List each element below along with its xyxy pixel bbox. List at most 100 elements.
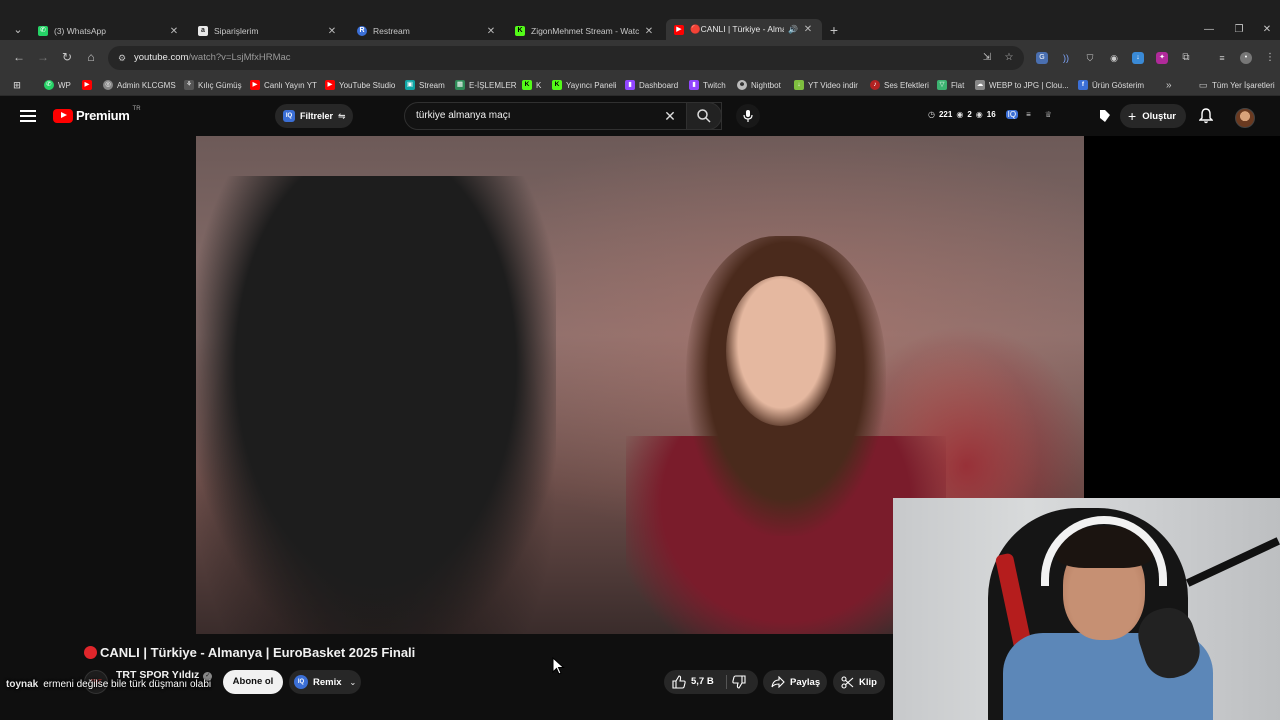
home-button[interactable]: ⌂ xyxy=(82,48,100,66)
bookmark-yt-video-indir[interactable]: ↓ YT Video indir xyxy=(794,78,858,92)
close-icon[interactable]: ✕ xyxy=(643,26,655,37)
logo-text: Premium xyxy=(76,108,130,123)
back-button[interactable]: ← xyxy=(10,48,28,66)
extension-icon[interactable]: IQ xyxy=(1005,110,1019,119)
new-tab-button[interactable]: + xyxy=(826,22,842,38)
like-dislike-group: 5,7 B xyxy=(664,670,758,694)
media-controls-icon[interactable]: ≡ xyxy=(1216,52,1228,64)
bookmark-ses-efektleri[interactable]: ♪ Ses Efektleri xyxy=(870,78,929,92)
minimize-button[interactable]: — xyxy=(1198,20,1220,40)
table-icon: ▦ xyxy=(455,80,465,90)
bookmark-wp[interactable]: ✆ WP xyxy=(44,78,71,92)
close-window-button[interactable]: ✕ xyxy=(1256,20,1278,40)
clip-button[interactable]: Klip xyxy=(833,670,885,694)
restore-button[interactable]: ❐ xyxy=(1228,20,1250,40)
extension-stats[interactable]: ◷ 221 ◉ 2 ◉ 16 IQ ≡ ♕ xyxy=(928,110,1052,119)
browser-tab-strip: ⌄ ✆ (3) WhatsApp ✕ a Siparişlerim ✕ R Re… xyxy=(0,0,1280,40)
filters-label: Filtreler xyxy=(300,111,334,121)
folder-icon: ▭ xyxy=(1198,80,1208,90)
kick-extension-icon[interactable] xyxy=(1097,108,1113,124)
bookmark-stream[interactable]: ▣ Stream xyxy=(405,78,445,92)
account-avatar[interactable] xyxy=(1235,108,1255,128)
bookmark-k[interactable]: KK xyxy=(522,78,541,92)
address-bar[interactable]: ⚙ youtube.com/watch?v=LsjMfxHRMac ⇲ ☆ xyxy=(108,46,1024,70)
reload-button[interactable]: ↻ xyxy=(58,48,76,66)
eye-icon: ◉ xyxy=(956,110,964,119)
url-text[interactable]: youtube.com/watch?v=LsjMfxHRMac xyxy=(134,51,291,65)
facebook-icon: f xyxy=(1078,80,1088,90)
search-query-text: türkiye almanya maçı xyxy=(416,110,511,121)
filters-button[interactable]: IQ Filtreler ⇋ xyxy=(275,104,353,128)
like-count[interactable]: 5,7 B xyxy=(691,676,714,687)
translate-extension-icon[interactable]: G xyxy=(1036,52,1048,64)
list-icon[interactable]: ≡ xyxy=(1026,110,1031,119)
bookmark-yayinci-paneli[interactable]: K Yayıncı Paneli xyxy=(552,78,617,92)
tab-restream[interactable]: R Restream ✕ xyxy=(349,22,505,40)
shield-extension-icon[interactable]: ⛉ xyxy=(1084,52,1096,64)
camera-extension-icon[interactable]: ◉ xyxy=(1108,52,1120,64)
more-bookmarks-chevron-icon[interactable]: » xyxy=(1166,78,1172,92)
audio-extension-icon[interactable]: )) xyxy=(1060,52,1072,64)
bookmark-all-bookmarks[interactable]: ▭ Tüm Yer İşaretleri xyxy=(1198,78,1275,92)
bookmark-flat[interactable]: ▽ Flat xyxy=(937,78,964,92)
download-extension-icon[interactable]: ↓ xyxy=(1132,52,1144,64)
mouse-cursor-icon xyxy=(552,657,565,675)
thumbs-down-icon[interactable] xyxy=(732,675,746,689)
thumbs-up-icon[interactable] xyxy=(672,675,686,689)
plus-icon: + xyxy=(1128,108,1137,124)
tab-siparislerim[interactable]: a Siparişlerim ✕ xyxy=(190,22,346,40)
tab-whatsapp[interactable]: ✆ (3) WhatsApp ✕ xyxy=(30,22,188,40)
close-icon[interactable]: ✕ xyxy=(485,26,497,37)
stream-icon: ▣ xyxy=(405,80,415,90)
clear-search-icon[interactable]: ✕ xyxy=(661,107,679,125)
tab-search-icon[interactable]: ⌄ xyxy=(8,22,28,38)
bookmark-twitch[interactable]: ▮ Twitch xyxy=(689,78,726,92)
bookmark-label: K xyxy=(536,80,542,90)
close-icon[interactable]: ✕ xyxy=(326,26,338,37)
close-icon[interactable]: ✕ xyxy=(802,24,814,35)
chat-message-overlay: toynak ermeni değilse bile türk düşmanı o… xyxy=(6,679,211,690)
stat-value: 16 xyxy=(986,110,996,119)
notifications-bell-icon[interactable] xyxy=(1199,108,1213,124)
extensions-puzzle-icon[interactable]: ⧉ xyxy=(1180,52,1192,64)
bookmark-star-icon[interactable]: ☆ xyxy=(1002,51,1016,65)
chevron-down-icon: ⌄ xyxy=(349,677,357,687)
trophy-icon[interactable]: ♕ xyxy=(1045,110,1052,119)
bookmark-label: Ses Efektleri xyxy=(884,80,929,90)
tab-kick-stream[interactable]: K ZigonMehmet Stream - Watch ✕ xyxy=(507,22,663,40)
leaf-icon: ⚘ xyxy=(184,80,194,90)
color-extension-icon[interactable]: ✦ xyxy=(1156,52,1168,64)
bookmark-youtube-studio[interactable]: ▶ YouTube Studio xyxy=(325,78,395,92)
bookmark-label: Twitch xyxy=(703,80,726,90)
site-settings-icon[interactable]: ⚙ xyxy=(116,52,128,64)
bookmark-admin[interactable]: ◎ Admin KLCGMS xyxy=(103,78,176,92)
search-input[interactable]: türkiye almanya maçı ✕ xyxy=(404,102,722,130)
bookmark-nightbot[interactable]: ☻ Nightbot xyxy=(737,78,781,92)
bookmark-dashboard[interactable]: ▮ Dashboard xyxy=(625,78,678,92)
bookmark-label: Canlı Yayın YT xyxy=(264,80,317,90)
search-button[interactable] xyxy=(686,102,722,130)
share-button[interactable]: Paylaş xyxy=(763,670,827,694)
apps-grid-icon[interactable]: ⊞ xyxy=(12,78,26,92)
whatsapp-icon: ✆ xyxy=(38,26,48,36)
install-app-icon[interactable]: ⇲ xyxy=(980,51,994,65)
youtube-logo[interactable]: Premium TR xyxy=(53,106,141,123)
browser-menu-icon[interactable]: ⋮ xyxy=(1264,52,1276,64)
bookmark-webp-to-jpg[interactable]: ☁ WEBP to JPG | Clou... xyxy=(975,78,1069,92)
create-button[interactable]: + Oluştur xyxy=(1120,104,1186,128)
bookmark-label: Nightbot xyxy=(751,80,781,90)
close-icon[interactable]: ✕ xyxy=(168,26,180,37)
speaker-icon[interactable]: 🔊 xyxy=(788,25,798,34)
profile-icon[interactable]: • xyxy=(1240,52,1252,64)
subscribe-button[interactable]: Abone ol xyxy=(223,670,283,694)
remix-button[interactable]: IQ Remix ⌄ xyxy=(289,670,361,694)
tab-youtube-live[interactable]: ▶ 🔴CANLI | Türkiye - Alman 🔊 ✕ xyxy=(666,19,822,40)
bookmark-canli-yayin[interactable]: ▶ Canlı Yayın YT xyxy=(250,78,317,92)
menu-icon[interactable] xyxy=(20,108,36,124)
bookmark-youtube[interactable]: ▶ xyxy=(82,78,96,92)
voice-search-button[interactable] xyxy=(736,104,760,128)
bookmark-urun-gosterim[interactable]: f Ürün Gösterim xyxy=(1078,78,1144,92)
bookmark-kilic-gumus[interactable]: ⚘ Kılıç Gümüş xyxy=(184,78,242,92)
bookmark-e-islemler[interactable]: ▦ E-İŞLEMLER xyxy=(455,78,517,92)
forward-button[interactable]: → xyxy=(34,48,52,66)
